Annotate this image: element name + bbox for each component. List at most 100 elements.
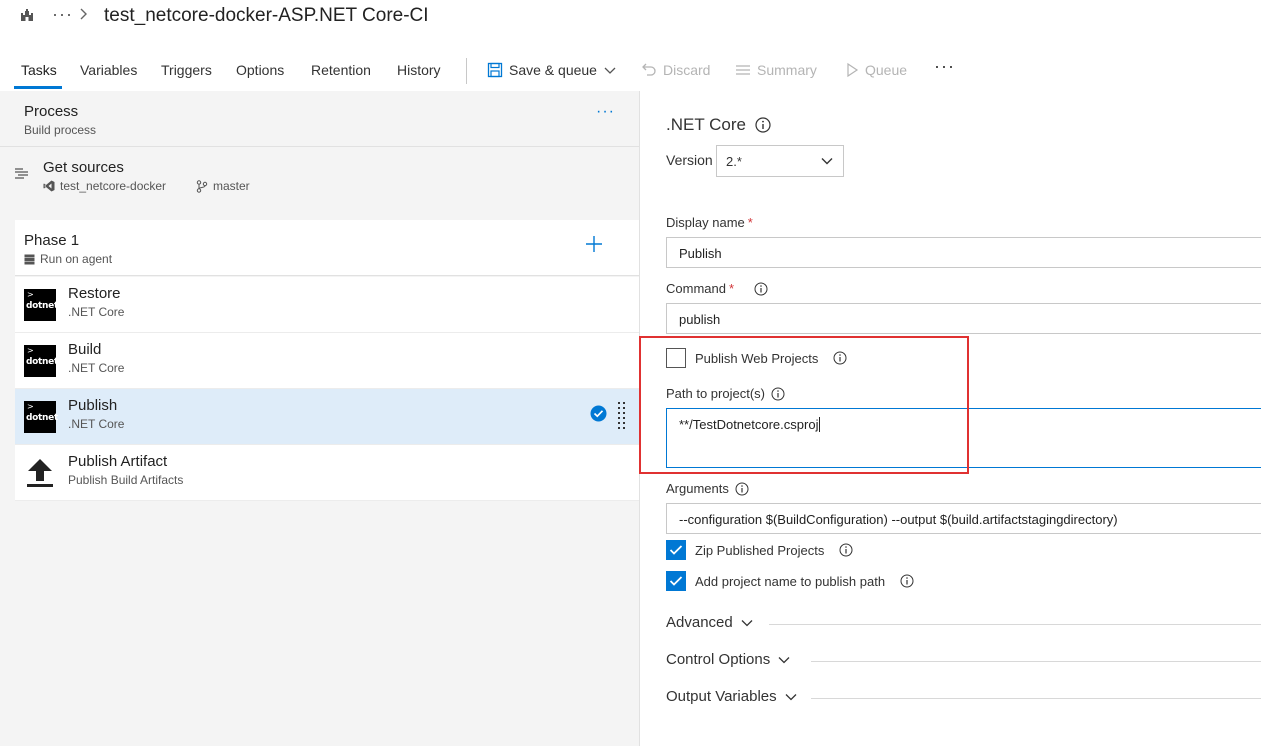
sources-icon bbox=[15, 168, 28, 179]
info-icon[interactable] bbox=[833, 351, 847, 365]
path-value: **/TestDotnetcore.csproj bbox=[679, 417, 819, 432]
more-actions-icon[interactable]: ··· bbox=[934, 56, 955, 77]
chevron-down-icon bbox=[821, 158, 833, 165]
visual-studio-icon bbox=[43, 180, 55, 192]
task-title: Publish bbox=[68, 397, 118, 414]
info-icon[interactable] bbox=[900, 574, 914, 588]
process-title: Process bbox=[24, 103, 79, 120]
add-project-name-label: Add project name to publish path bbox=[695, 573, 886, 589]
checkbox-box[interactable] bbox=[666, 348, 686, 368]
task-publish-artifact[interactable]: Publish Artifact Publish Build Artifacts bbox=[15, 445, 639, 501]
chevron-down-icon bbox=[741, 619, 753, 626]
check-circle-icon bbox=[590, 405, 607, 422]
checkbox-box[interactable] bbox=[666, 540, 686, 560]
queue-label: Queue bbox=[865, 62, 908, 78]
section-divider bbox=[811, 698, 1261, 699]
breadcrumb-more-icon[interactable]: ··· bbox=[52, 4, 73, 25]
dotnet-icon: > dotnet bbox=[24, 289, 58, 321]
phase-subtitle: Run on agent bbox=[24, 252, 112, 266]
arguments-value: --configuration $(BuildConfiguration) --… bbox=[679, 512, 1118, 527]
save-icon bbox=[487, 62, 503, 78]
path-label: Path to project(s) bbox=[666, 386, 785, 401]
section-divider bbox=[811, 661, 1261, 662]
get-sources-item[interactable]: Get sources test_netcore-docker master bbox=[0, 147, 639, 207]
checkbox-box[interactable] bbox=[666, 571, 686, 591]
discard-label: Discard bbox=[663, 62, 711, 78]
undo-icon bbox=[642, 63, 656, 76]
display-name-value: Publish bbox=[679, 246, 722, 261]
task-subtitle: .NET Core bbox=[68, 361, 125, 375]
tab-options[interactable]: Options bbox=[236, 62, 284, 78]
display-name-input[interactable]: Publish bbox=[666, 237, 1261, 268]
add-task-icon[interactable] bbox=[584, 234, 604, 254]
required-mark: * bbox=[728, 281, 735, 296]
output-variables-toggle[interactable]: Output Variables bbox=[666, 688, 798, 705]
phase-title: Phase 1 bbox=[24, 232, 80, 249]
info-icon[interactable] bbox=[735, 482, 749, 496]
dotnet-icon: > dotnet bbox=[24, 345, 58, 377]
task-subtitle: .NET Core bbox=[68, 417, 125, 431]
tab-triggers[interactable]: Triggers bbox=[161, 62, 212, 78]
castle-icon[interactable] bbox=[20, 8, 34, 22]
task-details-panel: .NET Core Version 2.* Display name * Publ… bbox=[639, 91, 1261, 746]
summary-button[interactable]: Summary bbox=[735, 62, 817, 78]
info-icon[interactable] bbox=[839, 543, 853, 557]
zip-published-checkbox[interactable]: Zip Published Projects bbox=[666, 540, 853, 560]
arguments-input[interactable]: --configuration $(BuildConfiguration) --… bbox=[666, 503, 1261, 534]
dotnet-icon: > dotnet bbox=[24, 401, 58, 433]
command-input[interactable]: publish bbox=[666, 303, 1261, 334]
tab-variables[interactable]: Variables bbox=[80, 62, 137, 78]
drag-handle-icon[interactable] bbox=[618, 401, 626, 431]
task-publish[interactable]: > dotnet Publish .NET Core bbox=[15, 389, 639, 445]
discard-button[interactable]: Discard bbox=[641, 62, 710, 78]
command-label: Command * bbox=[666, 281, 768, 296]
task-title: Restore bbox=[68, 285, 121, 302]
tab-tasks[interactable]: Tasks bbox=[21, 62, 57, 78]
agent-icon bbox=[24, 254, 35, 264]
save-queue-label: Save & queue bbox=[509, 62, 597, 78]
process-subtitle: Build process bbox=[24, 123, 97, 137]
toolbar-divider bbox=[466, 58, 467, 84]
display-name-label: Display name * bbox=[666, 215, 753, 230]
phase-subtitle-text: Run on agent bbox=[40, 252, 113, 266]
section-title-text: .NET Core bbox=[666, 115, 746, 134]
control-options-toggle[interactable]: Control Options bbox=[666, 651, 791, 668]
publish-web-projects-checkbox[interactable]: Publish Web Projects bbox=[666, 348, 847, 368]
control-options-label: Control Options bbox=[666, 651, 771, 668]
phase-header[interactable]: Phase 1 Run on agent bbox=[15, 220, 639, 276]
process-more-icon[interactable]: ··· bbox=[596, 103, 615, 121]
section-title: .NET Core bbox=[666, 115, 771, 135]
add-project-name-checkbox[interactable]: Add project name to publish path bbox=[666, 571, 914, 591]
page-title: test_netcore-docker-ASP.NET Core-CI bbox=[104, 5, 429, 26]
version-select[interactable]: 2.* bbox=[716, 145, 844, 177]
info-icon[interactable] bbox=[755, 117, 771, 133]
version-value: 2.* bbox=[726, 154, 742, 169]
command-value: publish bbox=[679, 312, 721, 327]
play-icon bbox=[847, 62, 859, 78]
branch-name: master bbox=[213, 179, 250, 193]
repo-info: test_netcore-docker bbox=[43, 179, 166, 193]
tab-history[interactable]: History bbox=[397, 62, 441, 78]
version-label: Version bbox=[666, 152, 713, 168]
tab-retention[interactable]: Retention bbox=[311, 62, 371, 78]
chevron-right-icon bbox=[80, 8, 87, 20]
task-subtitle: Publish Build Artifacts bbox=[68, 473, 184, 487]
advanced-section-toggle[interactable]: Advanced bbox=[666, 614, 754, 631]
active-tab-indicator bbox=[14, 86, 62, 89]
checkmark-icon bbox=[669, 576, 683, 586]
arguments-label: Arguments bbox=[666, 481, 749, 496]
task-title: Publish Artifact bbox=[68, 453, 168, 470]
chevron-down-icon bbox=[785, 693, 797, 700]
info-icon[interactable] bbox=[771, 387, 785, 401]
info-icon[interactable] bbox=[754, 282, 768, 296]
task-build[interactable]: > dotnet Build .NET Core bbox=[15, 333, 639, 389]
chevron-down-icon bbox=[604, 67, 616, 74]
publish-web-projects-label: Publish Web Projects bbox=[695, 350, 819, 366]
path-textarea[interactable]: **/TestDotnetcore.csproj bbox=[666, 408, 1261, 468]
process-header[interactable]: Process Build process ··· bbox=[0, 91, 639, 147]
task-restore[interactable]: > dotnet Restore .NET Core bbox=[15, 277, 639, 333]
tab-bar: Tasks Variables Triggers Options Retenti… bbox=[0, 52, 1261, 90]
chevron-down-icon bbox=[778, 656, 790, 663]
save-queue-button[interactable]: Save & queue bbox=[487, 62, 617, 78]
queue-button[interactable]: Queue bbox=[845, 62, 907, 78]
